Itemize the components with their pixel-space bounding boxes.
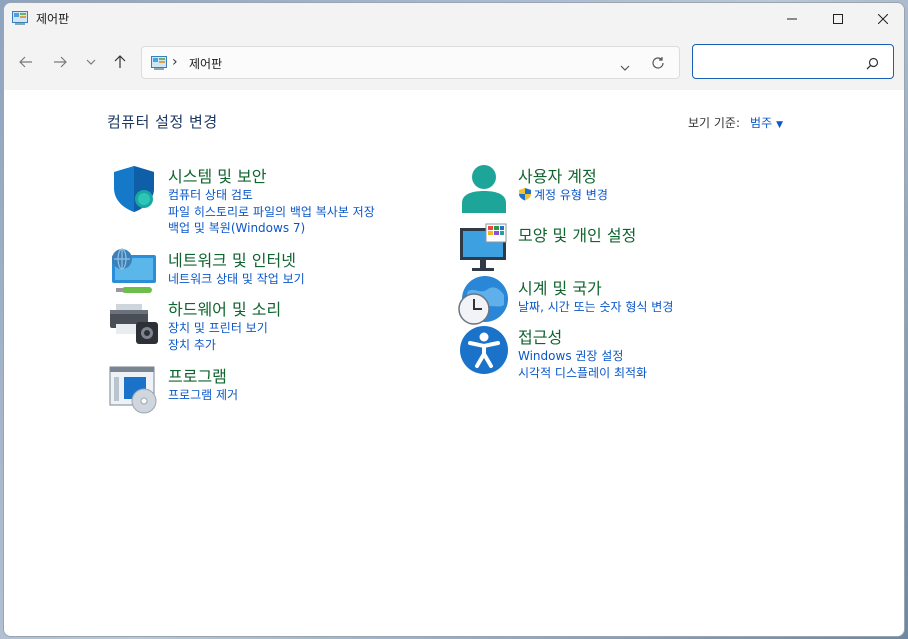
link-file-history[interactable]: 파일 히스토리로 파일의 백업 복사본 저장 xyxy=(168,204,375,221)
link-network-status[interactable]: 네트워크 상태 및 작업 보기 xyxy=(168,271,305,288)
minimize-button[interactable] xyxy=(769,3,815,34)
arrow-left-icon xyxy=(19,56,32,68)
search-input[interactable] xyxy=(692,44,894,79)
window-title: 제어판 xyxy=(36,12,70,26)
refresh-button[interactable] xyxy=(651,55,665,74)
maximize-button[interactable] xyxy=(815,3,861,34)
control-panel-icon xyxy=(151,56,167,70)
recent-locations-button[interactable] xyxy=(79,50,103,74)
arrow-up-icon xyxy=(114,55,126,68)
category-title[interactable]: 사용자 계정 xyxy=(518,163,597,187)
view-by-dropdown[interactable]: 범주 xyxy=(750,116,772,130)
clock-globe-icon[interactable] xyxy=(458,275,510,327)
link-add-device[interactable]: 장치 추가 xyxy=(168,337,268,354)
printer-icon[interactable] xyxy=(108,296,160,348)
category-title[interactable]: 프로그램 xyxy=(168,363,227,387)
chevron-down-icon xyxy=(86,59,96,65)
chevron-down-icon xyxy=(620,65,630,71)
category-title[interactable]: 하드웨어 및 소리 xyxy=(168,296,281,320)
minimize-icon xyxy=(787,18,797,19)
category-title[interactable]: 시스템 및 보안 xyxy=(168,163,267,187)
link-change-account-type[interactable]: 계정 유형 변경 xyxy=(518,187,608,204)
back-button[interactable] xyxy=(14,50,38,74)
search-icon[interactable] xyxy=(866,55,879,74)
close-button[interactable] xyxy=(860,3,904,34)
page-title: 컴퓨터 설정 변경 xyxy=(107,113,218,131)
user-icon[interactable] xyxy=(458,163,510,215)
view-by: 보기 기준: 범주 ▼ xyxy=(688,114,783,131)
category-title[interactable]: 네트워크 및 인터넷 xyxy=(168,247,296,271)
accessibility-icon[interactable] xyxy=(458,324,510,376)
refresh-icon xyxy=(652,57,664,69)
category-title[interactable]: 접근성 xyxy=(518,324,562,348)
link-review-status[interactable]: 컴퓨터 상태 검토 xyxy=(168,187,375,204)
caret-down-icon[interactable]: ▼ xyxy=(776,120,783,130)
forward-button[interactable] xyxy=(48,50,72,74)
view-by-label: 보기 기준: xyxy=(688,116,741,130)
category-title[interactable]: 시계 및 국가 xyxy=(518,275,602,299)
link-backup-restore[interactable]: 백업 및 복원(Windows 7) xyxy=(168,220,375,237)
address-bar[interactable]: › 제어판 xyxy=(141,46,680,79)
monitor-icon[interactable] xyxy=(458,222,510,274)
breadcrumb-separator[interactable]: › xyxy=(172,54,178,70)
address-dropdown-button[interactable] xyxy=(620,56,630,75)
link-optimize-display[interactable]: 시각적 디스플레이 최적화 xyxy=(518,365,647,382)
link-date-time-format[interactable]: 날짜, 시간 또는 숫자 형식 변경 xyxy=(518,299,673,316)
programs-icon[interactable] xyxy=(108,363,160,415)
link-uninstall-program[interactable]: 프로그램 제거 xyxy=(168,387,238,404)
link-devices-printers[interactable]: 장치 및 프린터 보기 xyxy=(168,320,268,337)
control-panel-icon xyxy=(12,11,28,25)
control-panel-window: 제어판 › 제어판 컴퓨터 설정 변경 보기 기준: 범주 ▼ 시스템 및 보안… xyxy=(3,2,905,637)
up-button[interactable] xyxy=(108,50,132,74)
category-title[interactable]: 모양 및 개인 설정 xyxy=(518,222,636,246)
navigation-bar: › 제어판 xyxy=(4,34,904,90)
link-change-account-type-label[interactable]: 계정 유형 변경 xyxy=(534,188,608,202)
title-bar: 제어판 xyxy=(4,3,904,34)
arrow-right-icon xyxy=(54,56,67,68)
uac-shield-icon xyxy=(519,188,531,201)
link-windows-recommended[interactable]: Windows 권장 설정 xyxy=(518,348,647,365)
shield-icon[interactable] xyxy=(108,163,160,215)
network-globe-icon[interactable] xyxy=(108,247,160,299)
breadcrumb-control-panel[interactable]: 제어판 xyxy=(189,55,222,72)
main-content: 컴퓨터 설정 변경 보기 기준: 범주 ▼ 시스템 및 보안 컴퓨터 상태 검토 파… xyxy=(4,90,904,636)
maximize-icon xyxy=(833,13,843,24)
close-icon xyxy=(878,13,888,24)
